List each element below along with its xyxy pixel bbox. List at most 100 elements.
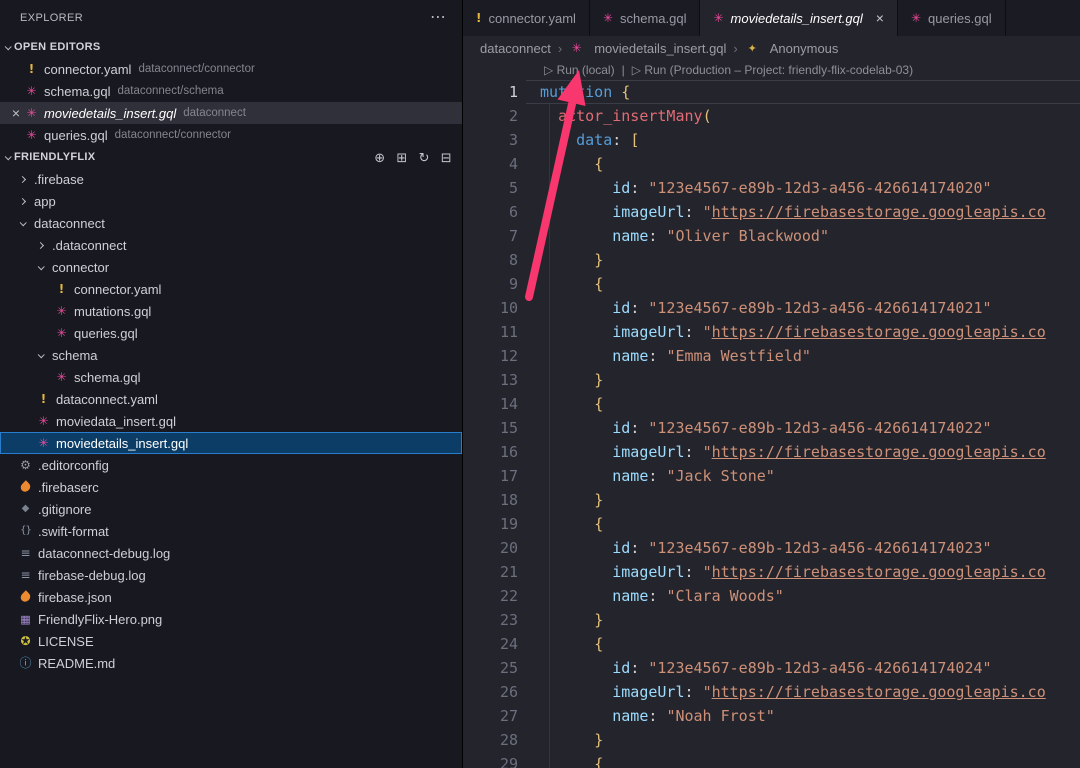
run-production-link[interactable]: ▷ Run (Production – Project: friendly-fl… bbox=[632, 63, 913, 77]
code-line-19[interactable]: 19 { bbox=[463, 512, 1080, 536]
file-.swift-format[interactable]: {} .swift-format bbox=[0, 520, 462, 542]
item-label: schema.gql bbox=[74, 370, 140, 385]
item-label: connector.yaml bbox=[74, 282, 161, 297]
line-number: 24 bbox=[463, 632, 518, 656]
tab-moviedetails_insert.gql[interactable]: ✳moviedetails_insert.gql× bbox=[700, 0, 897, 36]
file-schema.gql[interactable]: ✳schema.gql bbox=[0, 366, 462, 388]
code-line-14[interactable]: 14 { bbox=[463, 392, 1080, 416]
file-LICENSE[interactable]: ✪LICENSE bbox=[0, 630, 462, 652]
codelens-divider: | bbox=[622, 63, 625, 77]
code-line-3[interactable]: 3 data: [ bbox=[463, 128, 1080, 152]
code-line-9[interactable]: 9 { bbox=[463, 272, 1080, 296]
open-editors-section-header[interactable]: OPEN EDITORS bbox=[0, 36, 462, 58]
close-tab-icon[interactable]: × bbox=[876, 11, 884, 25]
open-editor-moviedetails_insert.gql[interactable]: ×✳moviedetails_insert.gqldataconnect bbox=[0, 102, 462, 124]
new-folder-icon[interactable]: ⊞ bbox=[396, 151, 407, 164]
code-line-1[interactable]: 1mutation { bbox=[463, 80, 1080, 104]
code-line-18[interactable]: 18 } bbox=[463, 488, 1080, 512]
codelens: ▷ Run (local) | ▷ Run (Production – Projec… bbox=[463, 60, 1080, 80]
folder-schema[interactable]: schema bbox=[0, 344, 462, 366]
code-line-21[interactable]: 21 imageUrl: "https://firebasestorage.go… bbox=[463, 560, 1080, 584]
code-line-22[interactable]: 22 name: "Clara Woods" bbox=[463, 584, 1080, 608]
editor[interactable]: ▷ Run (local) | ▷ Run (Production – Projec… bbox=[463, 60, 1080, 768]
file-queries.gql[interactable]: ✳queries.gql bbox=[0, 322, 462, 344]
file-firebase-debug.log[interactable]: ≡firebase-debug.log bbox=[0, 564, 462, 586]
file-tree: .firebaseappdataconnect.dataconnectconne… bbox=[0, 168, 462, 674]
file-.editorconfig[interactable]: ⚙.editorconfig bbox=[0, 454, 462, 476]
close-editor-icon[interactable]: × bbox=[8, 106, 24, 120]
folder-.dataconnect[interactable]: .dataconnect bbox=[0, 234, 462, 256]
code-line-20[interactable]: 20 id: "123e4567-e89b-12d3-a456-42661417… bbox=[463, 536, 1080, 560]
code-line-24[interactable]: 24 { bbox=[463, 632, 1080, 656]
code-line-26[interactable]: 26 imageUrl: "https://firebasestorage.go… bbox=[463, 680, 1080, 704]
folder-dataconnect[interactable]: dataconnect bbox=[0, 212, 462, 234]
code-line-16[interactable]: 16 imageUrl: "https://firebasestorage.go… bbox=[463, 440, 1080, 464]
code-line-13[interactable]: 13 } bbox=[463, 368, 1080, 392]
item-label: moviedetails_insert.gql bbox=[56, 436, 188, 451]
open-editor-name: queries.gql bbox=[44, 128, 108, 143]
line-number: 27 bbox=[463, 704, 518, 728]
file-moviedata_insert.gql[interactable]: ✳moviedata_insert.gql bbox=[0, 410, 462, 432]
file-dataconnect-debug.log[interactable]: ≡dataconnect-debug.log bbox=[0, 542, 462, 564]
gear-icon: ⚙ bbox=[18, 459, 33, 471]
breadcrumb-item-Anonymous[interactable]: ✦Anonymous bbox=[745, 41, 839, 56]
code-line-17[interactable]: 17 name: "Jack Stone" bbox=[463, 464, 1080, 488]
item-label: firebase.json bbox=[38, 590, 112, 605]
project-section-header[interactable]: FRIENDLYFLIX ⊕⊞↻⊟ bbox=[0, 146, 462, 168]
folder-app[interactable]: app bbox=[0, 190, 462, 212]
flame-icon bbox=[19, 480, 32, 493]
code-line-7[interactable]: 7 name: "Oliver Blackwood" bbox=[463, 224, 1080, 248]
file-.firebaserc[interactable]: .firebaserc bbox=[0, 476, 462, 498]
warning-icon: ! bbox=[54, 283, 69, 295]
braces-icon: {} bbox=[18, 526, 33, 536]
file-mutations.gql[interactable]: ✳mutations.gql bbox=[0, 300, 462, 322]
run-icon: ▷ bbox=[632, 63, 641, 77]
more-actions-icon[interactable]: ⋯ bbox=[430, 10, 446, 26]
code-line-content: name: "Clara Woods" bbox=[540, 584, 784, 608]
line-number: 15 bbox=[463, 416, 518, 440]
file-firebase.json[interactable]: firebase.json bbox=[0, 586, 462, 608]
code-line-content: imageUrl: "https://firebasestorage.googl… bbox=[540, 320, 1046, 344]
code-line-11[interactable]: 11 imageUrl: "https://firebasestorage.go… bbox=[463, 320, 1080, 344]
file-README.md[interactable]: ⓘREADME.md bbox=[0, 652, 462, 674]
code-line-4[interactable]: 4 { bbox=[463, 152, 1080, 176]
gql-icon: ✳ bbox=[36, 415, 51, 427]
tab-schema.gql[interactable]: ✳schema.gql bbox=[590, 0, 701, 36]
open-editor-queries.gql[interactable]: ✳queries.gqldataconnect/connector bbox=[0, 124, 462, 146]
item-label: mutations.gql bbox=[74, 304, 151, 319]
folder-connector[interactable]: connector bbox=[0, 256, 462, 278]
tab-queries.gql[interactable]: ✳queries.gql bbox=[898, 0, 1006, 36]
code-line-6[interactable]: 6 imageUrl: "https://firebasestorage.goo… bbox=[463, 200, 1080, 224]
code-line-10[interactable]: 10 id: "123e4567-e89b-12d3-a456-42661417… bbox=[463, 296, 1080, 320]
file-dataconnect.yaml[interactable]: !dataconnect.yaml bbox=[0, 388, 462, 410]
item-label: .swift-format bbox=[38, 524, 109, 539]
code-line-25[interactable]: 25 id: "123e4567-e89b-12d3-a456-42661417… bbox=[463, 656, 1080, 680]
open-editor-connector.yaml[interactable]: !connector.yamldataconnect/connector bbox=[0, 58, 462, 80]
code-line-12[interactable]: 12 name: "Emma Westfield" bbox=[463, 344, 1080, 368]
run-local-link[interactable]: ▷ Run (local) bbox=[544, 63, 615, 77]
code-line-23[interactable]: 23 } bbox=[463, 608, 1080, 632]
refresh-icon[interactable]: ↻ bbox=[419, 151, 430, 164]
breadcrumb-item-moviedetails_insert.gql[interactable]: ✳moviedetails_insert.gql bbox=[569, 41, 726, 56]
open-editor-schema.gql[interactable]: ✳schema.gqldataconnect/schema bbox=[0, 80, 462, 102]
file-FriendlyFlix-Hero.png[interactable]: ▦FriendlyFlix-Hero.png bbox=[0, 608, 462, 630]
code-line-15[interactable]: 15 id: "123e4567-e89b-12d3-a456-42661417… bbox=[463, 416, 1080, 440]
code-line-2[interactable]: 2 actor_insertMany( bbox=[463, 104, 1080, 128]
code-line-content: id: "123e4567-e89b-12d3-a456-42661417402… bbox=[540, 656, 992, 680]
file-moviedetails_insert.gql[interactable]: ✳moviedetails_insert.gql bbox=[0, 432, 462, 454]
new-file-icon[interactable]: ⊕ bbox=[374, 151, 385, 164]
collapse-all-icon[interactable]: ⊟ bbox=[441, 151, 452, 164]
folder-.firebase[interactable]: .firebase bbox=[0, 168, 462, 190]
code-line-28[interactable]: 28 } bbox=[463, 728, 1080, 752]
code-line-8[interactable]: 8 } bbox=[463, 248, 1080, 272]
item-label: dataconnect-debug.log bbox=[38, 546, 170, 561]
file-connector.yaml[interactable]: ! connector.yaml bbox=[0, 278, 462, 300]
code-line-29[interactable]: 29 { bbox=[463, 752, 1080, 768]
breadcrumb-item-dataconnect[interactable]: dataconnect bbox=[480, 41, 551, 56]
code-line-5[interactable]: 5 id: "123e4567-e89b-12d3-a456-426614174… bbox=[463, 176, 1080, 200]
code-line-27[interactable]: 27 name: "Noah Frost" bbox=[463, 704, 1080, 728]
line-number: 23 bbox=[463, 608, 518, 632]
file-.gitignore[interactable]: ◆.gitignore bbox=[0, 498, 462, 520]
log-icon: ≡ bbox=[18, 569, 33, 581]
tab-connector.yaml[interactable]: !connector.yaml bbox=[463, 0, 590, 36]
